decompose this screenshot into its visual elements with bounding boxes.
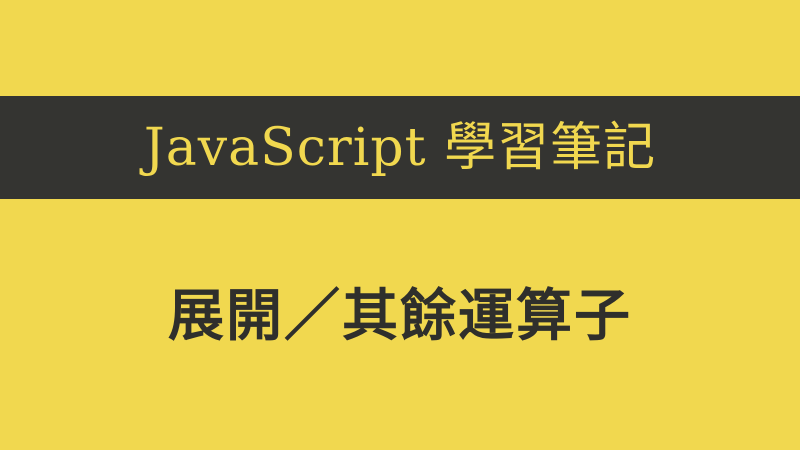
title-banner: JavaScript 學習筆記 [0,96,800,199]
page-subtitle: 展開／其餘運算子 [168,283,632,349]
page-title: JavaScript 學習筆記 [143,117,657,178]
subtitle-area: 展開／其餘運算子 [0,276,800,356]
